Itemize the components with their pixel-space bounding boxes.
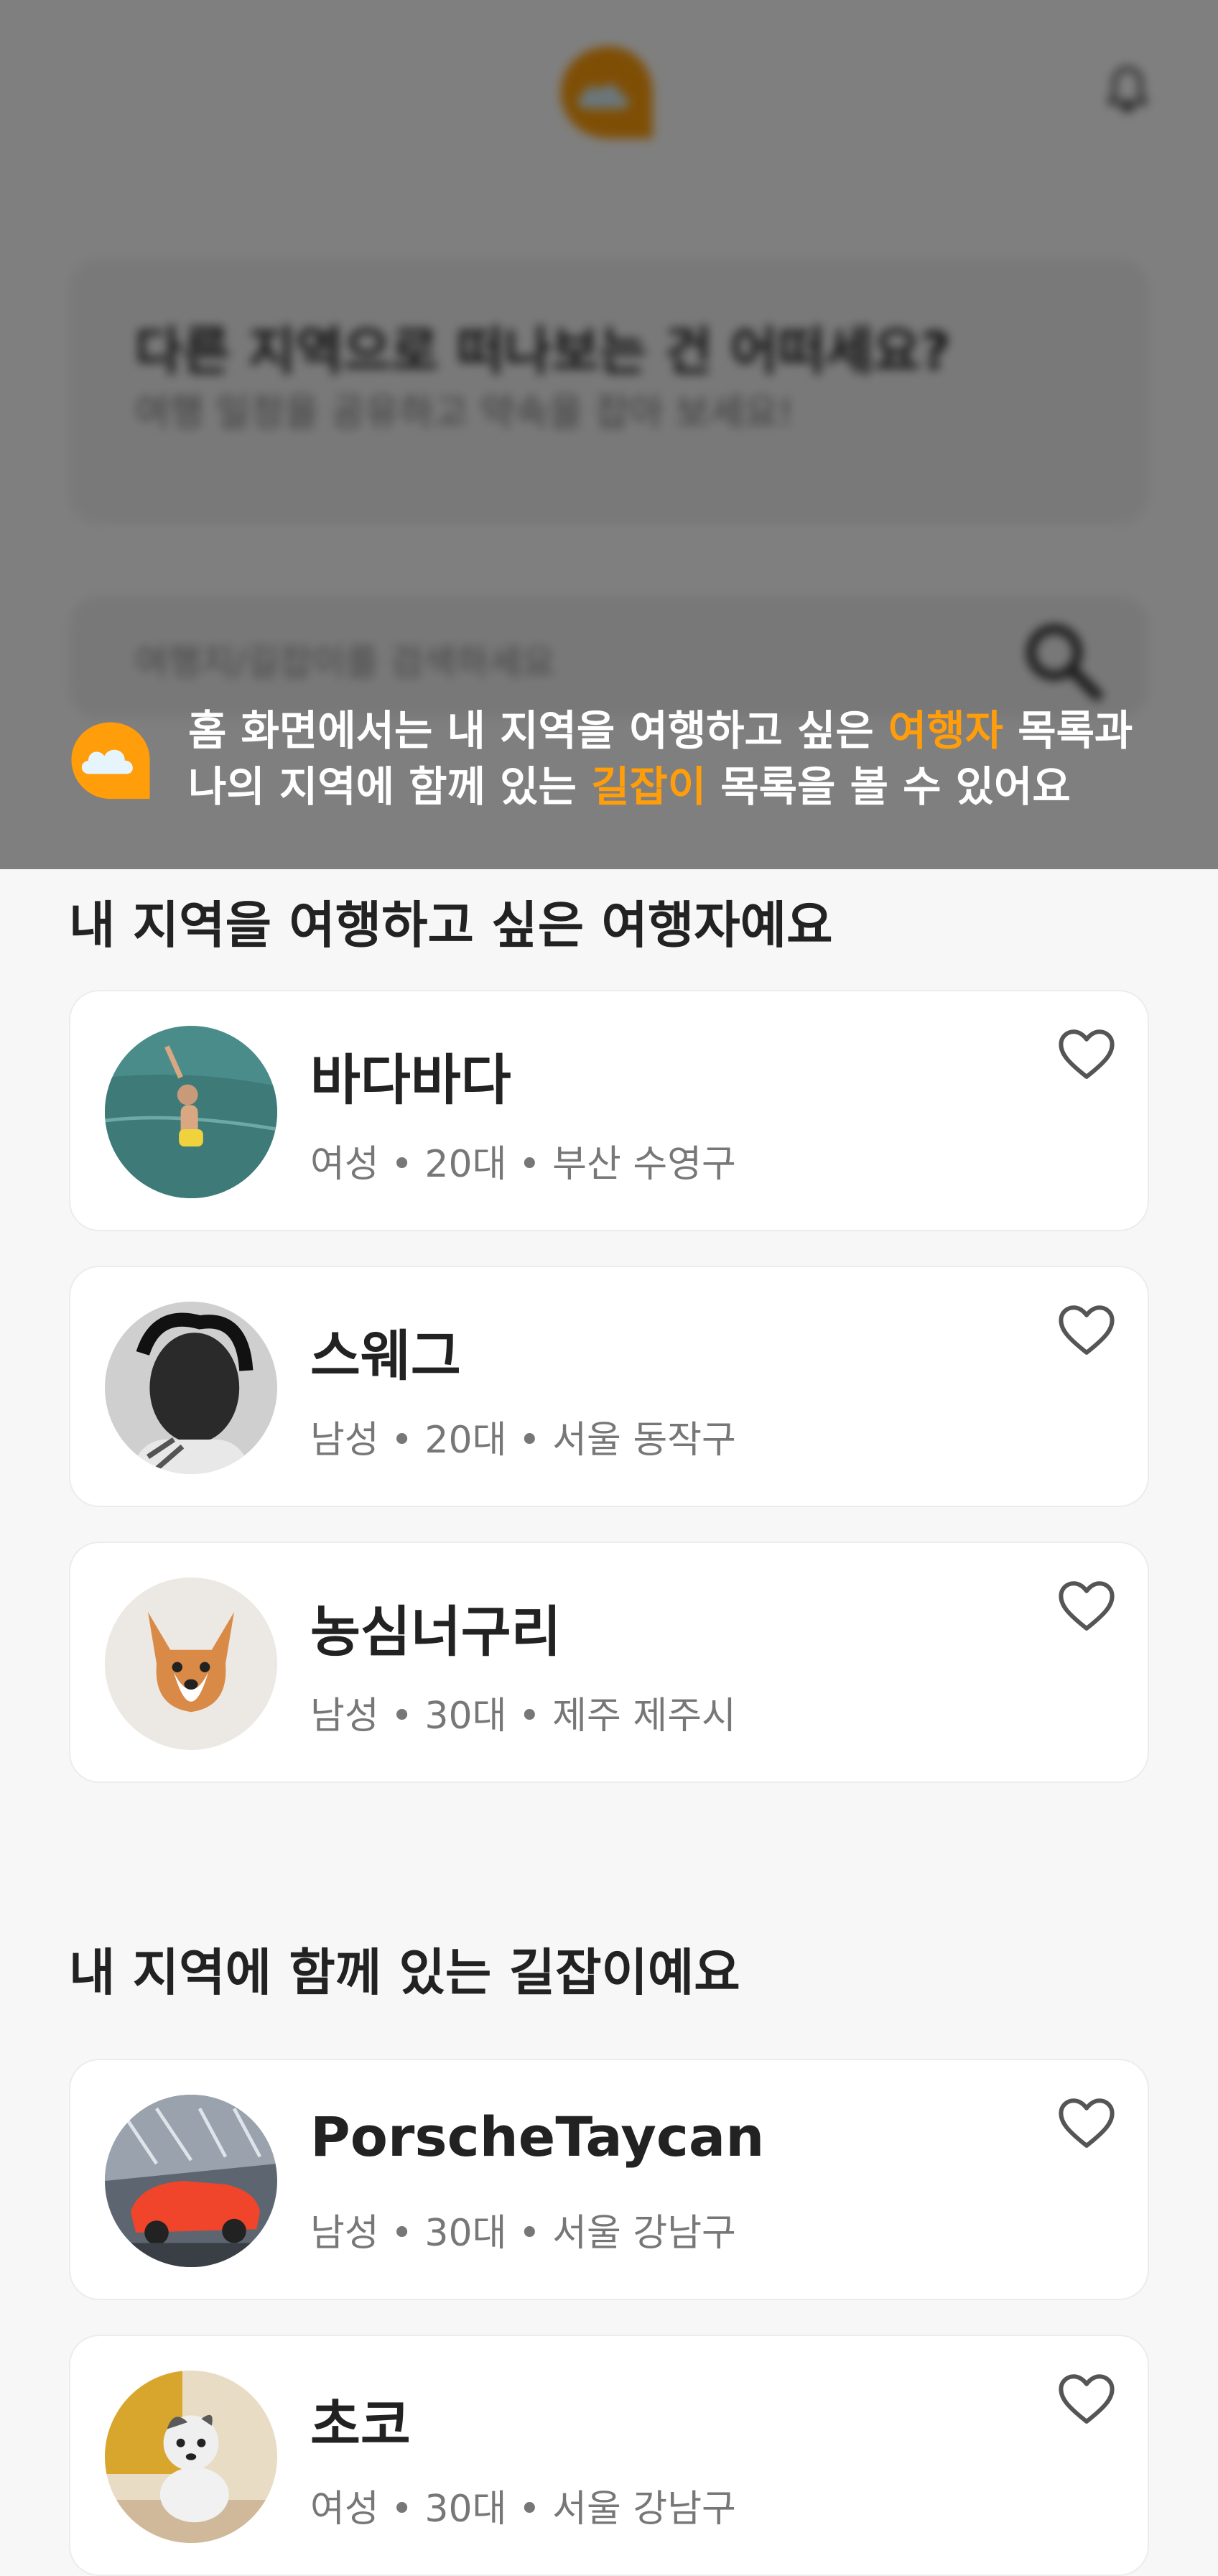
tooltip-line-2: 나의 지역에 함께 있는 길잡이 목록을 볼 수 있어요 <box>188 759 1194 815</box>
guides-section-title: 내 지역에 함께 있는 길잡이예요 <box>69 1943 740 2002</box>
heart-icon[interactable] <box>1054 2366 1119 2431</box>
onboarding-tooltip-text: 홈 화면에서는 내 지역을 여행하고 싶은 여행자 목록과 나의 지역에 함께 … <box>188 703 1194 815</box>
user-meta: 여성 • 30대 • 서울 강남구 <box>310 2488 736 2531</box>
cloud-chat-icon <box>71 722 150 800</box>
heart-icon[interactable] <box>1054 2090 1119 2155</box>
avatar <box>105 1302 277 1474</box>
user-meta: 남성 • 30대 • 서울 강남구 <box>310 2212 736 2255</box>
tooltip-text: 나의 지역에 함께 있는 <box>188 762 592 811</box>
user-name: 초코 <box>310 2393 411 2457</box>
home-header-area: 다른 지역으로 떠나보는 건 어떠세요? 여행 일정을 공유하고 약속을 잡아 … <box>0 0 1218 869</box>
user-name: 농심너구리 <box>310 1600 562 1664</box>
heart-icon[interactable] <box>1054 1021 1119 1086</box>
avatar <box>105 1577 277 1750</box>
heart-icon[interactable] <box>1054 1573 1119 1638</box>
user-meta: 여성 • 20대 • 부산 수영구 <box>310 1143 736 1186</box>
tooltip-highlight-guide: 길잡이 <box>591 762 707 811</box>
tooltip-text: 목록을 볼 수 있어요 <box>706 762 1071 811</box>
user-name: 바다바다 <box>310 1048 511 1112</box>
tooltip-text: 목록과 <box>1003 706 1133 755</box>
avatar <box>105 1026 277 1198</box>
avatar <box>105 2371 277 2543</box>
tooltip-highlight-traveler: 여행자 <box>888 706 1004 755</box>
tooltip-text: 홈 화면에서는 내 지역을 여행하고 싶은 <box>188 706 888 755</box>
heart-icon[interactable] <box>1054 1297 1119 1362</box>
traveler-card[interactable]: 바다바다 여성 • 20대 • 부산 수영구 <box>69 990 1149 1231</box>
travelers-section-title: 내 지역을 여행하고 싶은 여행자예요 <box>69 896 833 955</box>
user-meta: 남성 • 20대 • 서울 동작구 <box>310 1419 736 1462</box>
user-meta: 남성 • 30대 • 제주 제주시 <box>310 1695 736 1738</box>
tooltip-line-1: 홈 화면에서는 내 지역을 여행하고 싶은 여행자 목록과 <box>188 703 1194 759</box>
user-name: PorscheTaycan <box>310 2105 765 2169</box>
traveler-card[interactable]: 농심너구리 남성 • 30대 • 제주 제주시 <box>69 1542 1149 1783</box>
guide-card[interactable]: 초코 여성 • 30대 • 서울 강남구 <box>69 2335 1149 2576</box>
avatar <box>105 2095 277 2267</box>
user-name: 스웨그 <box>310 1324 461 1388</box>
guide-card[interactable]: PorscheTaycan 남성 • 30대 • 서울 강남구 <box>69 2059 1149 2300</box>
traveler-card[interactable]: 스웨그 남성 • 20대 • 서울 동작구 <box>69 1266 1149 1507</box>
